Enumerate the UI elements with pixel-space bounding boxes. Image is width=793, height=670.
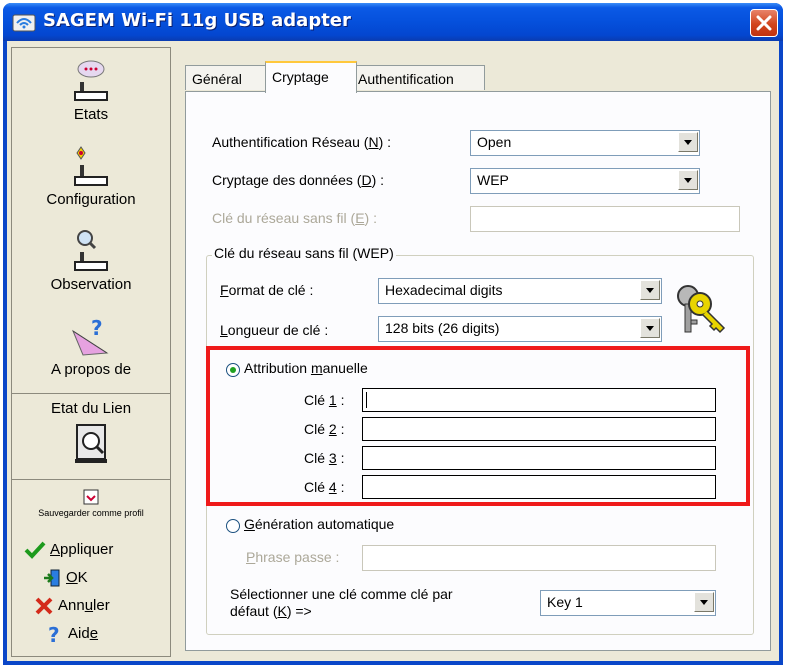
key-length-value: 128 bits (26 digits) bbox=[385, 320, 500, 336]
manual-assignment-radio[interactable] bbox=[226, 363, 240, 377]
key-format-value: Hexadecimal digits bbox=[385, 282, 503, 298]
window-title: SAGEM Wi-Fi 11g USB adapter bbox=[43, 10, 351, 31]
tab-general[interactable]: Général bbox=[185, 65, 269, 90]
cancel-x-icon bbox=[35, 597, 53, 615]
nav-label-a-propos: A propos de bbox=[50, 361, 132, 378]
cancel-button[interactable]: Annuler bbox=[34, 596, 110, 616]
ok-door-icon bbox=[44, 569, 60, 587]
nav-label-configuration: Configuration bbox=[46, 191, 136, 208]
key-3-label: Clé 3 : bbox=[304, 450, 345, 466]
key-2-input[interactable] bbox=[362, 417, 716, 441]
cryptage-panel: Authentification Réseau (N) : Open Crypt… bbox=[185, 91, 771, 651]
nav-item-etat-du-lien[interactable]: Etat du Lien bbox=[12, 400, 170, 465]
help-question-icon: ? bbox=[48, 623, 60, 647]
auto-generation-radio[interactable] bbox=[226, 519, 240, 533]
chevron-down-icon[interactable] bbox=[694, 592, 714, 612]
close-icon bbox=[756, 15, 772, 31]
content-area: Général Cryptage Authentification Authen… bbox=[177, 47, 775, 655]
keys-icon bbox=[677, 285, 726, 334]
nav-label-etat-du-lien: Etat du Lien bbox=[50, 400, 132, 417]
save-profile-button[interactable]: Sauvegarder comme profil bbox=[12, 488, 170, 518]
chevron-down-icon[interactable] bbox=[640, 318, 660, 338]
checkmark-icon bbox=[24, 541, 46, 559]
configuration-router-icon bbox=[74, 146, 108, 186]
key-2-label: Clé 2 : bbox=[304, 421, 345, 437]
link-state-section: Etat du Lien bbox=[12, 394, 170, 480]
link-state-icon bbox=[75, 424, 107, 463]
help-button[interactable]: ? Aide bbox=[44, 623, 98, 647]
key-length-label: Longueur de clé : bbox=[220, 322, 329, 338]
key-1-label: Clé 1 : bbox=[304, 392, 345, 408]
nav-item-etats[interactable]: Etats bbox=[12, 58, 170, 123]
observation-router-icon bbox=[74, 230, 108, 271]
passphrase-label: Phrase passe : bbox=[246, 549, 340, 565]
key-4-label: Clé 4 : bbox=[304, 479, 345, 495]
svg-text:?: ? bbox=[48, 624, 60, 644]
status-router-icon bbox=[74, 60, 108, 101]
default-key-select[interactable]: Key 1 bbox=[540, 590, 716, 616]
nav-section: Etats Configuration Observation ? A prop… bbox=[12, 48, 170, 394]
passphrase-input[interactable] bbox=[362, 545, 716, 571]
nav-item-a-propos[interactable]: ? A propos de bbox=[12, 313, 170, 378]
key-length-select[interactable]: 128 bits (26 digits) bbox=[378, 316, 662, 342]
radio-dot bbox=[230, 367, 236, 373]
chevron-down-icon[interactable] bbox=[640, 280, 660, 300]
chevron-down-icon[interactable] bbox=[678, 170, 698, 190]
default-key-value: Key 1 bbox=[547, 594, 583, 610]
nav-label-observation: Observation bbox=[50, 276, 132, 293]
auth-value: Open bbox=[477, 134, 512, 150]
chevron-down-icon[interactable] bbox=[678, 132, 698, 152]
auto-generation-label: Génération automatique bbox=[244, 516, 395, 532]
app-window: SAGEM Wi-Fi 11g USB adapter Etats Config… bbox=[3, 3, 783, 665]
network-key-label: Clé du réseau sans fil (E) : bbox=[212, 210, 377, 226]
nav-label-etats: Etats bbox=[73, 106, 109, 123]
about-help-icon: ? bbox=[71, 316, 109, 356]
save-profile-icon bbox=[83, 489, 99, 505]
encryption-label: Cryptage des données (D) : bbox=[212, 172, 385, 188]
apply-button[interactable]: Appliquer bbox=[24, 540, 113, 560]
network-key-input[interactable] bbox=[470, 206, 740, 232]
window-client-area: Etats Configuration Observation ? A prop… bbox=[7, 41, 779, 661]
text-cursor bbox=[366, 392, 367, 408]
wep-group-title: Clé du réseau sans fil (WEP) bbox=[212, 245, 396, 261]
key-1-input[interactable] bbox=[362, 388, 716, 412]
tab-cryptage[interactable]: Cryptage bbox=[265, 61, 357, 93]
encryption-value: WEP bbox=[477, 172, 509, 188]
key-4-input[interactable] bbox=[362, 475, 716, 499]
svg-text:?: ? bbox=[91, 316, 103, 340]
key-format-select[interactable]: Hexadecimal digits bbox=[378, 278, 662, 304]
manual-assignment-label: Attribution manuelle bbox=[244, 360, 368, 376]
save-profile-label: Sauvegarder comme profil bbox=[38, 508, 144, 518]
tab-authentification[interactable]: Authentification bbox=[351, 65, 485, 90]
key-3-input[interactable] bbox=[362, 446, 716, 470]
close-button[interactable] bbox=[750, 9, 778, 37]
wifi-adapter-app-icon bbox=[12, 14, 36, 32]
encryption-select[interactable]: WEP bbox=[470, 168, 700, 194]
title-bar[interactable]: SAGEM Wi-Fi 11g USB adapter bbox=[3, 3, 783, 41]
nav-item-configuration[interactable]: Configuration bbox=[12, 143, 170, 208]
key-format-label: Format de clé : bbox=[220, 282, 314, 298]
ok-button[interactable]: OK bbox=[42, 568, 88, 588]
auth-label: Authentification Réseau (N) : bbox=[212, 134, 392, 150]
left-navigation-pane: Etats Configuration Observation ? A prop… bbox=[11, 47, 171, 657]
default-key-label: Sélectionner une clé comme clé par défau… bbox=[230, 586, 453, 619]
nav-item-observation[interactable]: Observation bbox=[12, 228, 170, 293]
auth-select[interactable]: Open bbox=[470, 130, 700, 156]
